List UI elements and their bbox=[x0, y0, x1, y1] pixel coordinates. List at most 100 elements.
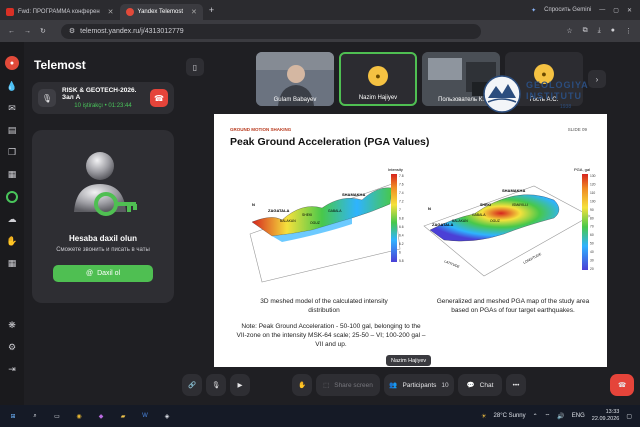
north-arrow-label: N bbox=[252, 202, 255, 207]
participants-button[interactable]: 👥 Participants 10 bbox=[384, 374, 454, 396]
participant-name: Gulam Babayev bbox=[273, 97, 317, 103]
browser-tab-strip: Fwd: ПРОГРАММА конферен ✕ Yandex Telemos… bbox=[0, 0, 640, 20]
settings-gear-icon[interactable]: ⚙ bbox=[8, 342, 16, 353]
url-field[interactable]: ⚙ telemost.yandex.ru/j/4313012779 bbox=[60, 23, 481, 39]
volume-icon[interactable]: 🔊 bbox=[557, 413, 564, 420]
slide-title: Peak Ground Acceleration (PGA Values) bbox=[230, 136, 430, 148]
geology-institute-watermark: GEOLOGIYA INSTITUTU 1938 bbox=[480, 72, 630, 120]
clock-time: 13:33 bbox=[605, 409, 620, 416]
brain-icon[interactable]: ❋ bbox=[8, 320, 16, 331]
colorbar-tick: 7.2 bbox=[399, 200, 404, 204]
colorbar-tick: 120 bbox=[590, 182, 596, 186]
close-window-icon[interactable]: ✕ bbox=[627, 7, 632, 14]
colorbar-tick: 6 bbox=[399, 251, 401, 255]
language-indicator[interactable]: ENG bbox=[572, 413, 585, 419]
camera-icon[interactable]: ▶ bbox=[230, 374, 250, 396]
speaker-label: Nazim Hajiyev bbox=[386, 355, 432, 366]
pga-colorbar bbox=[582, 174, 588, 270]
notifications-icon[interactable]: ▢ bbox=[626, 413, 632, 420]
docs-icon[interactable]: ▤ bbox=[8, 125, 17, 136]
file-explorer-icon[interactable]: ▰ bbox=[114, 407, 132, 425]
tab-telemost[interactable]: Yandex Telemost ✕ bbox=[119, 4, 203, 20]
north-arrow-label: N bbox=[428, 206, 431, 211]
mic-icon[interactable]: 🎙 bbox=[206, 374, 226, 396]
map-label: OGUZ bbox=[310, 221, 320, 225]
forward-icon[interactable]: → bbox=[24, 28, 31, 35]
reload-icon[interactable]: ↻ bbox=[40, 27, 46, 35]
ask-gemini-button[interactable]: Спросить Gemini bbox=[544, 7, 591, 13]
maximize-icon[interactable]: ▢ bbox=[613, 7, 619, 14]
raise-hand-icon[interactable]: ✋ bbox=[292, 374, 312, 396]
intensity-colorbar bbox=[391, 174, 397, 262]
app-title: Telemost bbox=[34, 58, 86, 72]
chat-icon: 💬 bbox=[466, 382, 475, 389]
apps-grid-icon[interactable]: ▦ bbox=[8, 258, 17, 269]
clock[interactable]: 13:33 22.09.2026 bbox=[592, 409, 620, 422]
colorbar-tick: 7.6 bbox=[399, 183, 404, 187]
site-info-icon[interactable]: ⚙ bbox=[69, 27, 75, 35]
close-icon[interactable]: ✕ bbox=[191, 8, 197, 16]
word-icon[interactable]: W bbox=[136, 407, 154, 425]
download-icon[interactable]: ⤓ bbox=[598, 27, 601, 35]
chat-bubble-icon[interactable]: ☁ bbox=[8, 214, 17, 225]
hand-icon[interactable]: ✋ bbox=[6, 236, 17, 247]
more-dots-icon: ••• bbox=[512, 381, 520, 389]
extensions-icon[interactable]: ⧉ bbox=[583, 27, 588, 35]
drop-icon[interactable]: 💧 bbox=[6, 81, 17, 92]
current-meeting-card[interactable]: 🎙 RISK & GEOTECH-2026. Зал А 10 iştirakç… bbox=[32, 82, 174, 114]
colorbar-tick: 70 bbox=[590, 225, 594, 229]
close-icon[interactable]: ✕ bbox=[108, 8, 114, 16]
logout-icon[interactable]: ⇥ bbox=[8, 364, 16, 375]
mail-icon[interactable]: ✉ bbox=[8, 103, 16, 114]
tray-chevron-icon[interactable]: ⌃ bbox=[533, 413, 538, 420]
map-label: SHAMAKHA bbox=[342, 192, 365, 197]
hangup-icon[interactable]: ☎ bbox=[150, 89, 168, 107]
toggle-sidebar-icon[interactable]: ▯ bbox=[186, 58, 204, 76]
menu-kebab-icon[interactable]: ⋮ bbox=[625, 27, 632, 35]
more-options-button[interactable]: ••• bbox=[506, 374, 526, 396]
colorbar-title: Intensity bbox=[388, 167, 403, 172]
minimize-icon[interactable]: — bbox=[599, 7, 605, 13]
link-icon[interactable]: 🔗 bbox=[182, 374, 202, 396]
search-icon[interactable]: ⌕ bbox=[26, 407, 44, 425]
clock-date: 22.09.2026 bbox=[591, 416, 620, 422]
task-view-icon[interactable]: ▭ bbox=[48, 407, 66, 425]
cards-icon[interactable]: ❒ bbox=[8, 147, 16, 158]
gmail-icon bbox=[6, 8, 14, 16]
colorbar-tick: 50 bbox=[590, 242, 594, 246]
login-button[interactable]: @ Daxil ol bbox=[53, 265, 153, 282]
share-screen-button[interactable]: ⬚ Share screen bbox=[316, 374, 380, 396]
colorbar-tick: 6.8 bbox=[399, 217, 404, 221]
end-call-button[interactable]: ☎ bbox=[610, 374, 634, 396]
map-label: BALAKAN bbox=[280, 219, 296, 223]
app-icon[interactable]: ◈ bbox=[158, 407, 176, 425]
participant-tile-active[interactable]: ● Nazim Hajiyev bbox=[339, 52, 417, 106]
login-subtitle: Сможете звонить и писать в чаты bbox=[56, 247, 150, 253]
telemost-logo-icon[interactable]: ● bbox=[5, 56, 19, 70]
login-title: Hesaba daxil olun bbox=[68, 234, 138, 243]
axis-label: LATITUDE bbox=[444, 259, 461, 269]
mic-muted-icon[interactable]: 🎙 bbox=[38, 89, 56, 107]
participant-tile[interactable]: Gulam Babayev bbox=[256, 52, 334, 106]
colorbar-tick: 110 bbox=[590, 191, 595, 195]
pin-app-icon[interactable]: ◆ bbox=[92, 407, 110, 425]
map-label: SHEKI bbox=[480, 203, 491, 207]
back-icon[interactable]: ← bbox=[8, 28, 15, 35]
bookmark-star-icon[interactable]: ☆ bbox=[566, 27, 572, 35]
caption-right: Generalized and meshed PGA map of the st… bbox=[436, 298, 590, 314]
watermark-year: 1938 bbox=[560, 104, 572, 110]
colorbar-tick: 90 bbox=[590, 208, 594, 212]
chrome-icon[interactable]: ◉ bbox=[70, 407, 88, 425]
new-tab-button[interactable]: + bbox=[209, 5, 214, 15]
map-label: SHEKI bbox=[302, 213, 312, 217]
calendar-icon[interactable]: ▦ bbox=[8, 169, 17, 180]
windows-start-icon[interactable]: ⊞ bbox=[4, 407, 22, 425]
telemost-active-icon[interactable] bbox=[6, 191, 18, 203]
colorbar-tick: 40 bbox=[590, 250, 594, 254]
tab-gmail[interactable]: Fwd: ПРОГРАММА конферен ✕ bbox=[0, 4, 120, 20]
shared-slide: GROUND MOTION SHAKING SLIDE 09 Peak Grou… bbox=[214, 114, 607, 367]
user-avatar-icon: ● bbox=[368, 66, 388, 86]
network-icon[interactable]: ⌔ bbox=[545, 412, 551, 420]
chat-button[interactable]: 💬 Chat bbox=[458, 374, 502, 396]
profile-icon[interactable]: ● bbox=[611, 27, 615, 35]
